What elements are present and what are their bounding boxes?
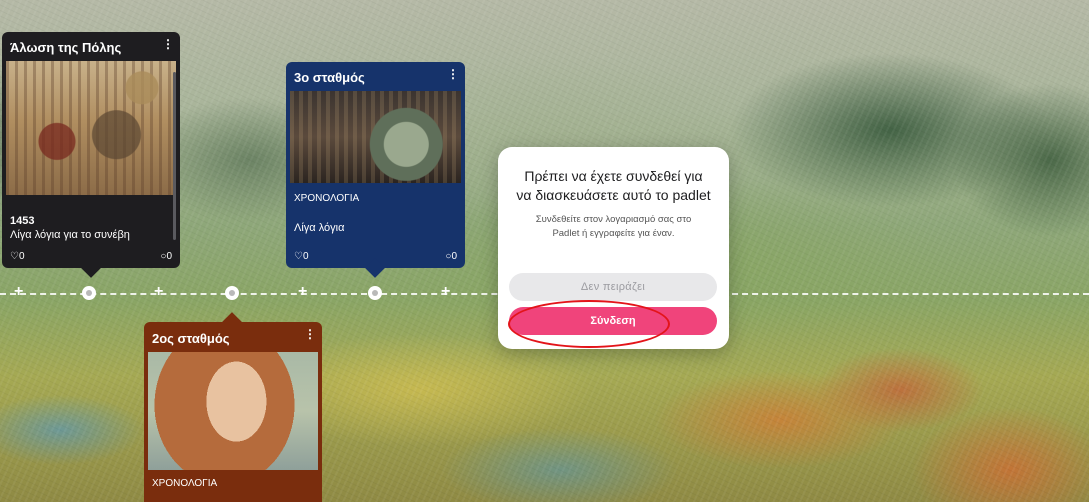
comment-button[interactable]: ○0 xyxy=(160,251,172,262)
scrollbar[interactable] xyxy=(173,72,176,240)
heart-icon: ♡ xyxy=(10,251,19,262)
post-card-station-3[interactable]: ⋮ 3ο σταθμός ΧΡΟΝΟΛΟΓΙΑ Λίγα λόγια ♡0 ○0 xyxy=(286,62,465,278)
post-image-venus-painting xyxy=(148,352,318,470)
post-year: 1453 xyxy=(10,215,35,227)
post-label: ΧΡΟΝΟΛΟΓΙΑ xyxy=(152,478,218,489)
timeline-node[interactable] xyxy=(225,286,239,300)
like-count: 0 xyxy=(18,251,25,262)
post-stats: ♡0 ○0 xyxy=(2,251,180,262)
dismiss-button[interactable]: Δεν πειράζει xyxy=(509,273,717,301)
comment-count: 0 xyxy=(451,251,457,262)
add-post-plus-icon[interactable]: + xyxy=(14,284,23,300)
post-description: Λίγα λόγια xyxy=(294,222,345,234)
comment-button[interactable]: ○0 xyxy=(445,251,457,262)
post-menu-icon[interactable]: ⋮ xyxy=(304,328,316,340)
post-label: ΧΡΟΝΟΛΟΓΙΑ xyxy=(294,193,360,204)
post-title: Άλωση της Πόλης xyxy=(10,40,122,55)
post-menu-icon[interactable]: ⋮ xyxy=(447,68,459,80)
dialog-title: Πρέπει να έχετε συνδεθεί για να διασκευά… xyxy=(516,168,711,203)
comment-count: 0 xyxy=(166,251,172,262)
dialog-message: Συνδεθείτε στον λογαριασμό σας στο Padle… xyxy=(535,214,692,239)
post-card-alosi[interactable]: ⋮ Άλωση της Πόλης 1453 Λίγα λόγια για το… xyxy=(2,32,180,278)
post-image-painting xyxy=(6,61,176,195)
post-card-station-2[interactable]: ⋮ 2ος σταθμός ΧΡΟΝΟΛΟΓΙΑ xyxy=(144,312,322,502)
timeline-node[interactable] xyxy=(368,286,382,300)
timeline-node[interactable] xyxy=(82,286,96,300)
login-button-highlight-circle xyxy=(508,300,670,348)
heart-icon: ♡ xyxy=(294,251,303,262)
post-stats: ♡0 ○0 xyxy=(286,251,465,262)
like-button[interactable]: ♡0 xyxy=(294,251,309,262)
like-count: 0 xyxy=(302,251,309,262)
post-description: Λίγα λόγια για το συνέβη xyxy=(10,229,130,241)
add-post-plus-icon[interactable]: + xyxy=(154,284,163,300)
post-image-library-globe xyxy=(290,91,461,183)
post-menu-icon[interactable]: ⋮ xyxy=(162,38,174,50)
like-button[interactable]: ♡0 xyxy=(10,251,25,262)
add-post-plus-icon[interactable]: + xyxy=(298,284,307,300)
post-title: 3ο σταθμός xyxy=(294,70,365,85)
add-post-plus-icon[interactable]: + xyxy=(441,284,450,300)
